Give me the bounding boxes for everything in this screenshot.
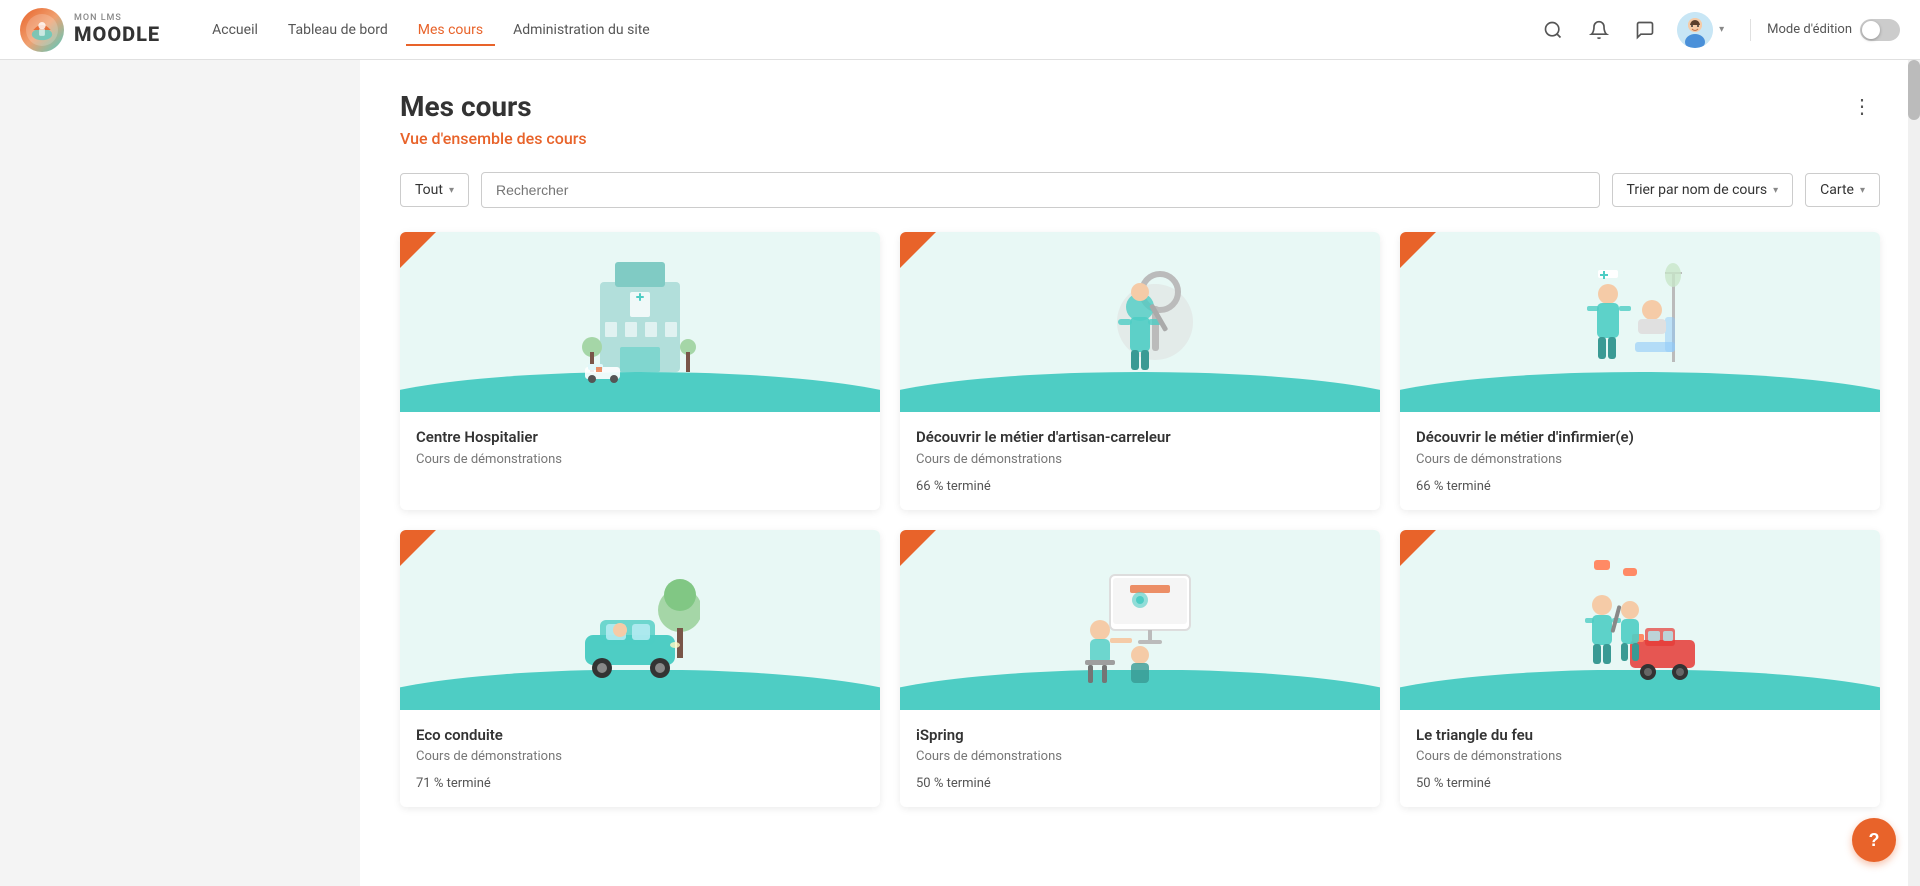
user-menu-button[interactable]: ▾	[1677, 12, 1724, 48]
course-card[interactable]: Découvrir le métier d'infirmier(e) Cours…	[1400, 232, 1880, 510]
sidebar-space	[0, 60, 360, 886]
course-progress-label: 66 % terminé	[916, 479, 1364, 494]
course-name: Le triangle du feu	[1416, 726, 1864, 746]
page-header: Mes cours ⋮	[400, 90, 1880, 123]
course-category: Cours de démonstrations	[916, 452, 1364, 467]
course-illustration	[1080, 550, 1200, 690]
help-button[interactable]: ?	[1852, 818, 1896, 862]
sort-label: Trier par nom de cours	[1627, 182, 1768, 198]
avatar	[1677, 12, 1713, 48]
all-filter-label: Tout	[415, 182, 443, 198]
course-illustration	[580, 550, 700, 690]
course-thumbnail	[900, 530, 1380, 710]
course-progress-label: 50 % terminé	[1416, 776, 1864, 791]
course-name: Découvrir le métier d'infirmier(e)	[1416, 428, 1864, 448]
messages-button[interactable]	[1631, 16, 1659, 44]
navbar-right: ▾ Mode d'édition	[1539, 12, 1900, 48]
course-category: Cours de démonstrations	[416, 749, 864, 764]
notifications-button[interactable]	[1585, 16, 1613, 44]
course-card[interactable]: Découvrir le métier d'artisan-carreleur …	[900, 232, 1380, 510]
chevron-down-icon: ▾	[1719, 24, 1724, 35]
filters-row: Tout ▾ Trier par nom de cours ▾ Carte ▾	[400, 172, 1880, 208]
course-card[interactable]: Le triangle du feu Cours de démonstratio…	[1400, 530, 1880, 808]
nav-links: Accueil Tableau de bord Mes cours Admini…	[200, 14, 662, 46]
content-area: Mes cours ⋮ Vue d'ensemble des cours Tou…	[360, 60, 1920, 886]
scrollbar[interactable]	[1908, 60, 1920, 886]
course-card[interactable]: Centre Hospitalier Cours de démonstratio…	[400, 232, 880, 510]
logo-icon	[20, 8, 64, 52]
course-card[interactable]: iSpring Cours de démonstrations 50 % ter…	[900, 530, 1380, 808]
course-category: Cours de démonstrations	[1416, 452, 1864, 467]
page-title: Mes cours	[400, 90, 532, 123]
course-illustration	[1080, 252, 1200, 392]
view-label: Carte	[1820, 182, 1854, 198]
mode-label: Mode d'édition	[1767, 22, 1852, 37]
more-options-button[interactable]: ⋮	[1844, 90, 1880, 123]
mode-toggle-container: Mode d'édition	[1750, 19, 1900, 41]
brand-logo[interactable]: MON LMS MOODLE	[20, 8, 160, 52]
course-illustration	[1580, 252, 1700, 392]
view-select[interactable]: Carte ▾	[1805, 173, 1880, 207]
view-chevron: ▾	[1860, 185, 1865, 196]
course-thumbnail	[400, 530, 880, 710]
course-body: Centre Hospitalier Cours de démonstratio…	[400, 412, 880, 495]
brand-text: MON LMS MOODLE	[74, 14, 160, 46]
nav-mes-cours[interactable]: Mes cours	[406, 14, 495, 46]
course-body: Eco conduite Cours de démonstrations 71 …	[400, 710, 880, 808]
scrollbar-thumb	[1908, 60, 1920, 120]
course-thumbnail	[900, 232, 1380, 412]
search-button[interactable]	[1539, 16, 1567, 44]
course-progress-label: 71 % terminé	[416, 776, 864, 791]
course-body: iSpring Cours de démonstrations 50 % ter…	[900, 710, 1380, 808]
course-category: Cours de démonstrations	[1416, 749, 1864, 764]
all-filter-select[interactable]: Tout ▾	[400, 173, 469, 207]
course-thumbnail	[400, 232, 880, 412]
toggle-knob	[1862, 21, 1880, 39]
course-category: Cours de démonstrations	[916, 749, 1364, 764]
course-card[interactable]: Eco conduite Cours de démonstrations 71 …	[400, 530, 880, 808]
course-illustration	[1580, 550, 1700, 690]
nav-accueil[interactable]: Accueil	[200, 14, 270, 46]
course-grid: Centre Hospitalier Cours de démonstratio…	[400, 232, 1880, 807]
search-wrapper	[481, 172, 1600, 208]
course-body: Découvrir le métier d'artisan-carreleur …	[900, 412, 1380, 510]
navbar: MON LMS MOODLE Accueil Tableau de bord M…	[0, 0, 1920, 60]
course-category: Cours de démonstrations	[416, 452, 864, 467]
main-container: Mes cours ⋮ Vue d'ensemble des cours Tou…	[0, 60, 1920, 886]
sort-select[interactable]: Trier par nom de cours ▾	[1612, 173, 1794, 207]
page-subtitle: Vue d'ensemble des cours	[400, 129, 1880, 148]
search-input[interactable]	[481, 172, 1600, 208]
sort-chevron: ▾	[1773, 185, 1778, 196]
course-thumbnail	[1400, 232, 1880, 412]
course-progress-label: 66 % terminé	[1416, 479, 1864, 494]
course-name: Centre Hospitalier	[416, 428, 864, 448]
course-body: Le triangle du feu Cours de démonstratio…	[1400, 710, 1880, 808]
mode-toggle[interactable]	[1860, 19, 1900, 41]
nav-admin[interactable]: Administration du site	[501, 14, 662, 46]
course-thumbnail	[1400, 530, 1880, 710]
all-filter-chevron: ▾	[449, 185, 454, 196]
brand-main: MOODLE	[74, 23, 160, 45]
course-name: iSpring	[916, 726, 1364, 746]
course-body: Découvrir le métier d'infirmier(e) Cours…	[1400, 412, 1880, 510]
nav-tableau[interactable]: Tableau de bord	[276, 14, 400, 46]
course-name: Eco conduite	[416, 726, 864, 746]
course-progress-label: 50 % terminé	[916, 776, 1364, 791]
course-illustration	[580, 252, 700, 392]
course-name: Découvrir le métier d'artisan-carreleur	[916, 428, 1364, 448]
